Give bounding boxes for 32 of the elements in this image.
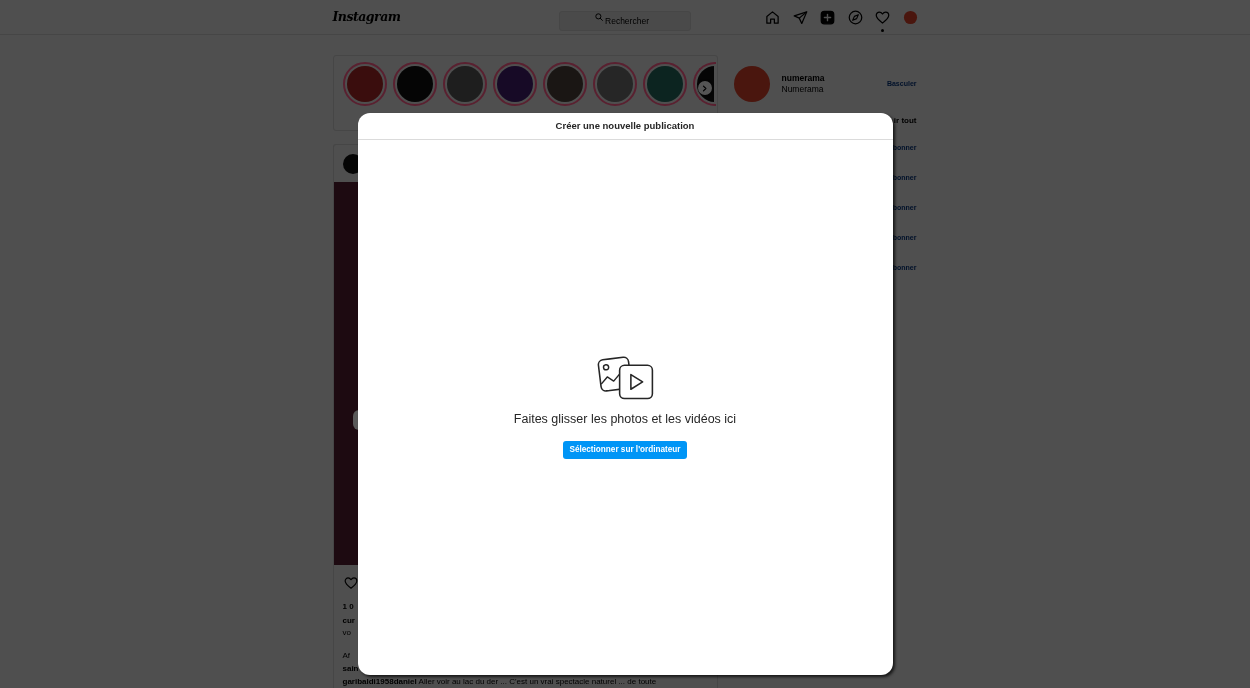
compass-icon[interactable] (847, 9, 863, 25)
drop-hint-text: Faites glisser les photos et les vidéos ici (513, 412, 737, 427)
search-field[interactable]: Rechercher (559, 11, 691, 31)
carousel-arrow-button[interactable] (352, 410, 359, 430)
instagram-logo[interactable]: Instagram (332, 7, 401, 27)
select-from-computer-button[interactable]: Sélectionner sur l'ordinateur (563, 441, 687, 459)
photo-video-icon (596, 355, 654, 400)
story-avatar[interactable] (392, 62, 437, 106)
search-icon (595, 13, 603, 21)
see-all-link[interactable]: ir tout (893, 115, 917, 127)
story-avatar[interactable] (492, 62, 537, 106)
home-icon[interactable] (765, 9, 780, 25)
username[interactable]: numerama (781, 73, 825, 84)
display-name: Numerama (781, 84, 825, 95)
chevron-right-icon (701, 84, 708, 92)
profile-avatar[interactable] (902, 9, 918, 25)
story-avatar[interactable] (542, 62, 587, 106)
story-avatar[interactable] (342, 62, 387, 106)
comment-text: sain (342, 663, 360, 675)
story-avatar[interactable] (642, 62, 687, 106)
paper-plane-icon[interactable] (792, 9, 808, 25)
likes-count: 1 0 (342, 601, 355, 613)
story-avatar[interactable] (592, 62, 637, 106)
caption-text: vo (342, 627, 352, 639)
heart-icon[interactable] (875, 9, 890, 25)
next-button[interactable] (697, 81, 712, 95)
heart-icon[interactable] (343, 575, 358, 590)
new-post-icon[interactable] (820, 9, 835, 25)
story-avatar[interactable] (442, 62, 487, 106)
profile-avatar[interactable] (733, 66, 770, 102)
comment-text: garibaldi1958daniel Aller voir au lac du der ... C'est un vrai spectacle naturel ... de toute (342, 676, 658, 688)
dialog-title: Créer une nouvelle publication (555, 118, 695, 133)
